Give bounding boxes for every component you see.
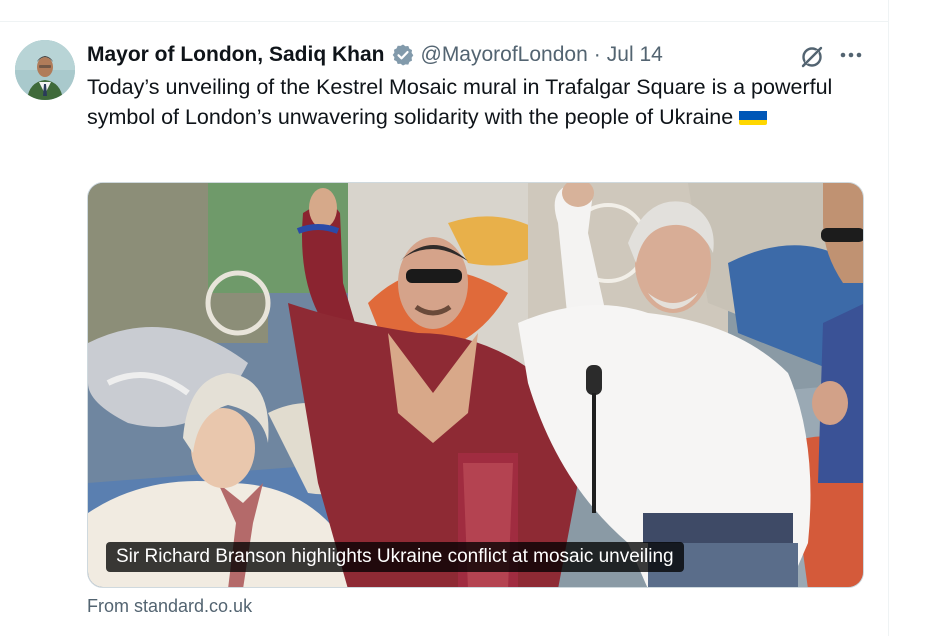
media-card[interactable]: Sir Richard Branson highlights Ukraine c… [87, 182, 864, 588]
tweet-header: Mayor of London, Sadiq Khan @MayorofLond… [87, 41, 663, 69]
ukraine-flag-icon [739, 107, 768, 126]
grok-icon[interactable] [798, 43, 826, 71]
tweet[interactable]: Mayor of London, Sadiq Khan @MayorofLond… [0, 22, 888, 636]
avatar[interactable] [15, 40, 75, 100]
separator-dot: · [593, 43, 601, 66]
avatar-image [15, 40, 75, 100]
tweet-body: Today’s unveiling of the Kestrel Mosaic … [87, 75, 833, 129]
tweet-date[interactable]: Jul 14 [607, 43, 663, 67]
page: Mayor of London, Sadiq Khan @MayorofLond… [0, 0, 926, 636]
author-handle[interactable]: @MayorofLondon [421, 43, 588, 67]
right-divider [888, 0, 889, 636]
media-caption: Sir Richard Branson highlights Ukraine c… [106, 542, 684, 572]
verified-badge-icon[interactable] [391, 43, 415, 67]
link-source[interactable]: From standard.co.uk [87, 596, 252, 617]
more-dots-icon[interactable] [836, 41, 866, 69]
mural-photo [88, 183, 863, 587]
tweet-text: Today’s unveiling of the Kestrel Mosaic … [87, 72, 847, 132]
author-name[interactable]: Mayor of London, Sadiq Khan [87, 43, 385, 67]
